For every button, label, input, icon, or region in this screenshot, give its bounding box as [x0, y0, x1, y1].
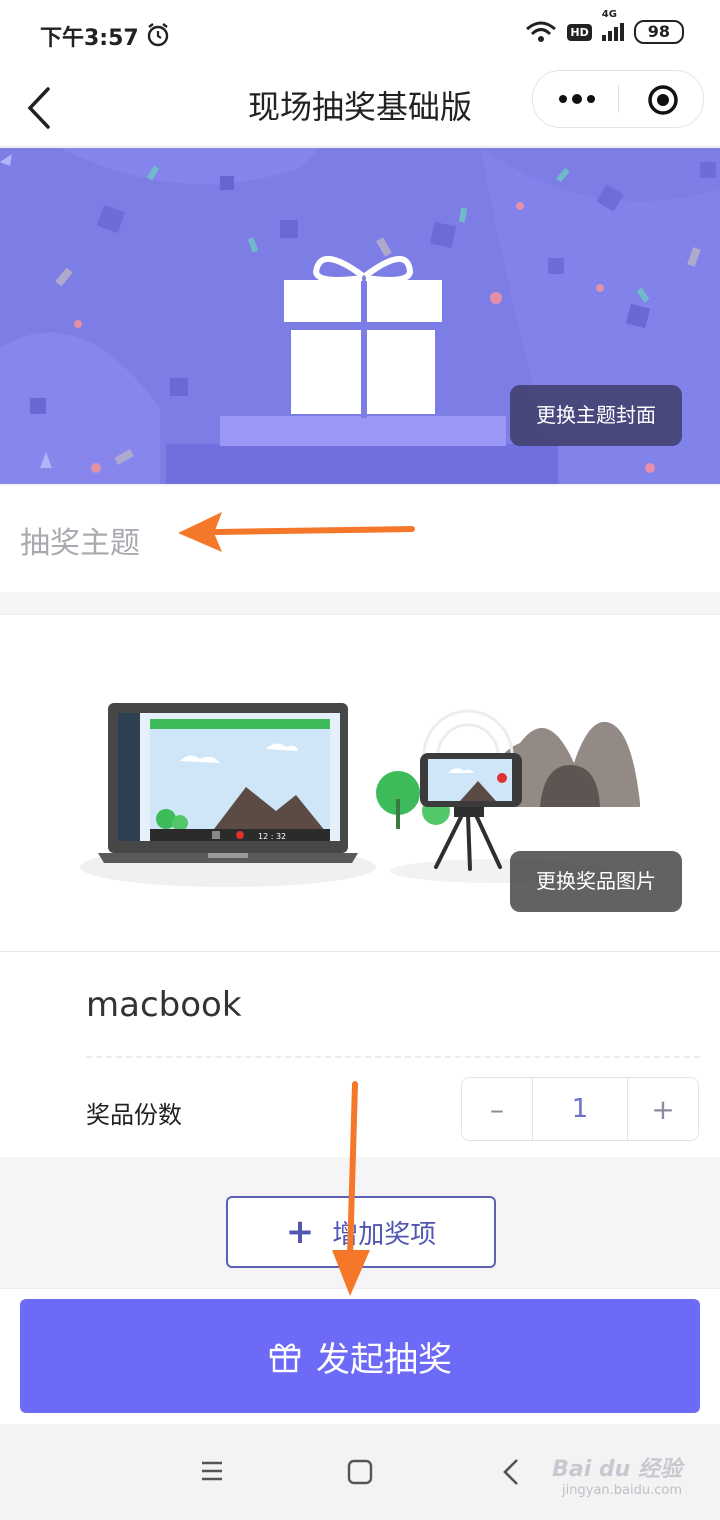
wifi-icon	[526, 21, 557, 42]
change-prize-image-button[interactable]: 更换奖品图片	[510, 851, 682, 912]
footer-bar: 发起抽奖	[0, 1288, 720, 1425]
capsule-divider	[618, 85, 619, 113]
prize-image-area: 12 : 32 更换奖品图片	[0, 615, 720, 952]
close-mini-program-icon[interactable]	[646, 83, 680, 117]
prize-count-stepper: – 1 +	[461, 1077, 699, 1141]
more-icon[interactable]	[555, 89, 599, 109]
increment-button[interactable]: +	[628, 1078, 698, 1140]
menu-icon[interactable]	[200, 1460, 224, 1482]
start-lottery-button[interactable]: 发起抽奖	[20, 1299, 700, 1413]
network-type: 4G	[601, 9, 617, 20]
baidu-watermark: Bai du 经验 jingyan.baidu.com	[552, 1451, 682, 1498]
alarm-icon	[147, 23, 169, 47]
watermark-brand: Bai du 经验	[552, 1457, 682, 1482]
dashed-divider	[86, 1056, 700, 1058]
status-icons: HD 4G 98	[525, 9, 684, 44]
status-time: 下午3:57	[40, 26, 139, 51]
prize-card: 12 : 32 更换奖品图片 macbook 奖品份数 – 1 +	[0, 614, 720, 1157]
gift-icon	[269, 1343, 301, 1373]
annotation-arrow-left	[178, 512, 415, 552]
prize-count-value[interactable]: 1	[532, 1078, 628, 1140]
home-icon[interactable]	[347, 1459, 373, 1485]
change-cover-button[interactable]: 更换主题封面	[510, 385, 682, 446]
prize-name-input[interactable]: macbook	[86, 985, 242, 1025]
nav-bar: 现场抽奖基础版	[0, 70, 720, 147]
start-lottery-label: 发起抽奖	[316, 1339, 452, 1380]
battery-indicator: 98	[633, 20, 684, 44]
back-nav-icon[interactable]	[502, 1458, 520, 1486]
hd-badge: HD	[567, 23, 592, 41]
video-timestamp: 12 : 32	[258, 832, 286, 841]
signal-icon: 4G	[601, 9, 624, 41]
theme-cover-banner: 更换主题封面	[0, 148, 720, 484]
decrement-button[interactable]: –	[462, 1078, 532, 1140]
prize-count-label: 奖品份数	[86, 1101, 182, 1129]
status-bar: 下午3:57 HD 4G 98	[0, 0, 720, 70]
system-navigation-bar: Bai du 经验 jingyan.baidu.com	[0, 1424, 720, 1520]
annotation-arrow-down	[332, 1081, 370, 1296]
mini-program-capsule	[532, 70, 704, 128]
plus-icon: +	[285, 1212, 315, 1252]
watermark-url: jingyan.baidu.com	[562, 1483, 682, 1498]
